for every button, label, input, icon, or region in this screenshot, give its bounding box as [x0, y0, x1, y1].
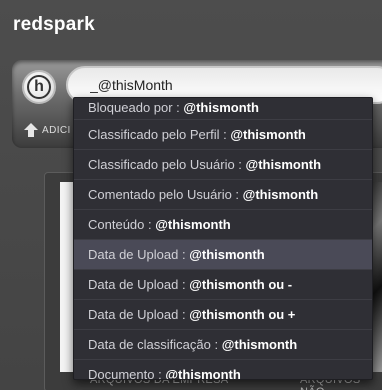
logo-icon[interactable]: h [22, 70, 56, 104]
add-button-label: ADICI [42, 124, 71, 136]
add-button[interactable]: ADICI [12, 117, 82, 143]
suggestion-field: Data de Upload : [88, 277, 186, 292]
suggestion-item[interactable]: Data de Upload : @thismonth ou - [74, 270, 372, 300]
suggestion-field: Data de Upload : [88, 307, 186, 322]
suggestion-item[interactable]: Classificado pelo Perfil : @thismonth [74, 120, 372, 150]
suggestion-field: Conteúdo : [88, 217, 152, 232]
suggestion-item[interactable]: Bloqueado por : @thismonth [74, 98, 372, 120]
suggestion-field: Comentado pelo Usuário : [88, 187, 240, 202]
upload-arrow-icon [24, 123, 38, 137]
suggestion-item[interactable]: Classificado pelo Usuário : @thismonth [74, 150, 372, 180]
app-brand: redspark [13, 14, 95, 35]
suggestion-item[interactable]: Documento : @thismonth [74, 360, 372, 380]
suggestion-item[interactable]: Conteúdo : @thismonth [74, 210, 372, 240]
suggestion-field: Bloqueado por : [88, 100, 180, 115]
suggestion-value: @thismonth [155, 217, 231, 232]
suggestion-value: @thismonth [245, 157, 322, 172]
suggestion-field: Documento : [88, 367, 162, 380]
suggestion-field: Data de Upload : [88, 247, 186, 262]
suggestion-field: Classificado pelo Perfil : [88, 127, 227, 142]
suggestion-item[interactable]: Data de Upload : @thismonth ou + [74, 300, 372, 330]
autocomplete-dropdown: Bloqueado por : @thismonth Classificado p… [73, 97, 373, 380]
suggestion-field: Classificado pelo Usuário : [88, 157, 242, 172]
suggestion-value: @thismonth [230, 127, 306, 142]
suggestion-item[interactable]: Data de classificação : @thismonth [74, 330, 372, 360]
suggestion-value: @thismonth ou + [189, 307, 296, 322]
suggestion-value: @thismonth [189, 247, 265, 262]
suggestion-value: @thismonth [242, 187, 319, 202]
suggestion-value: @thismonth [183, 100, 259, 115]
suggestion-value: @thismonth ou - [189, 277, 293, 292]
suggestion-value: @thismonth [165, 367, 241, 380]
suggestion-value: @thismonth [221, 337, 298, 352]
logo-letter: h [27, 75, 51, 99]
suggestion-item[interactable]: Data de Upload : @thismonth [74, 240, 372, 270]
suggestion-field: Data de classificação : [88, 337, 219, 352]
page: redspark h ADICI ARQUIVOS DA EMPRESA ARQ… [0, 0, 382, 390]
suggestion-item[interactable]: Comentado pelo Usuário : @thismonth [74, 180, 372, 210]
